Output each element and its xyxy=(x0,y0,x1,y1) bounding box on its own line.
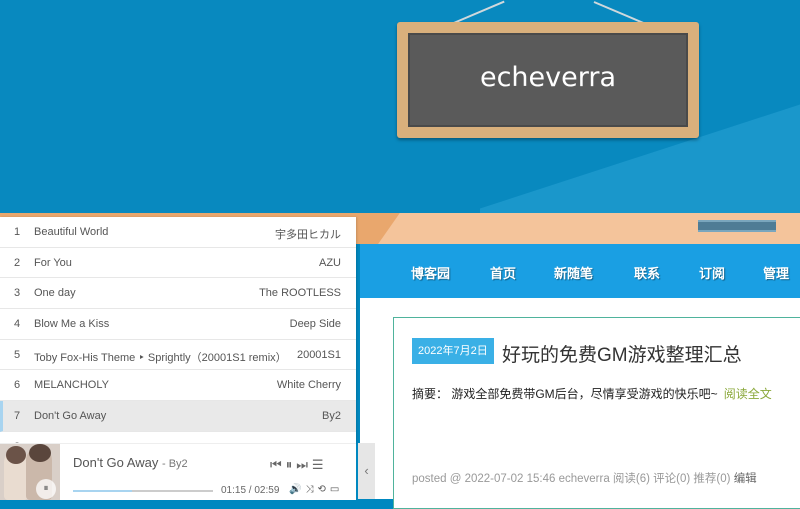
top-nav: 博客园 首页 新随笔 联系 订阅 管理 xyxy=(360,244,800,298)
nav-new-post[interactable]: 新随笔 xyxy=(554,263,593,282)
track-number: 1 xyxy=(14,226,21,238)
cover-figure-hair xyxy=(6,446,26,464)
pause-icon[interactable]: ⏸ xyxy=(286,457,297,472)
playlist-item[interactable]: 8 千古 许嵩 xyxy=(0,432,356,443)
now-playing: Don't Go Away - By2 xyxy=(73,455,188,470)
playlist-item[interactable]: 2 For You AZU xyxy=(0,248,356,279)
title-board: echeverra xyxy=(397,22,699,138)
edit-link[interactable]: 编辑 xyxy=(734,473,757,485)
track-artist: AZU xyxy=(319,256,341,269)
now-playing-title: Don't Go Away xyxy=(73,455,159,470)
nav-subscribe[interactable]: 订阅 xyxy=(699,263,725,282)
playlist-item-active[interactable]: 7 Don't Go Away By2 xyxy=(0,401,356,432)
playlist-item[interactable]: 3 One day The ROOTLESS xyxy=(0,278,356,310)
now-playing-artist: - By2 xyxy=(161,458,188,470)
music-player: ⏸ Don't Go Away - By2 ⏮⏸⏭☰ 01:15 / 02:59… xyxy=(0,443,356,500)
playlist-item[interactable]: 4 Blow Me a Kiss Deep Side xyxy=(0,309,356,340)
track-name: Beautiful World xyxy=(34,226,109,238)
next-icon[interactable]: ⏭ xyxy=(296,457,312,472)
menu-icon[interactable]: ☰ xyxy=(312,457,328,472)
track-artist: 宇多田ヒカル xyxy=(275,229,341,241)
shelf-stripe xyxy=(698,220,776,232)
playback-time: 01:15 / 02:59 xyxy=(221,485,280,496)
track-artist: Deep Side xyxy=(289,318,341,331)
track-number: 3 xyxy=(14,287,21,300)
repeat-icon[interactable]: ⟲ xyxy=(317,484,329,495)
nav-contact[interactable]: 联系 xyxy=(634,263,660,282)
chevron-left-icon: ‹ xyxy=(364,463,369,478)
track-name: Don't Go Away xyxy=(34,410,107,423)
track-artist: The ROOTLESS xyxy=(259,287,341,300)
shuffle-icon[interactable]: ⤨ xyxy=(305,484,317,495)
progress-fill xyxy=(73,490,132,492)
track-number: 6 xyxy=(14,379,21,392)
post-summary: 摘要： 游戏全部免费带GM后台，尽情享受游戏的快乐吧~ 阅读全文 xyxy=(412,385,772,402)
playlist-item[interactable]: 5 Toby Fox-His Theme ‣ Sprightly（20001S1… xyxy=(0,340,356,371)
post-meta: posted @ 2022-07-02 15:46 echeverra 阅读(6… xyxy=(412,470,757,486)
track-name: One day xyxy=(34,287,76,300)
prev-icon[interactable]: ⏮ xyxy=(270,457,286,472)
album-cover[interactable]: ⏸ xyxy=(0,444,60,500)
track-number: 5 xyxy=(14,348,21,361)
playlist-item[interactable]: 1 Beautiful World 宇多田ヒカル xyxy=(0,217,356,248)
post-meta-text: posted @ 2022-07-02 15:46 echeverra 阅读(6… xyxy=(412,473,731,485)
track-number: 7 xyxy=(14,410,21,423)
nav-cnblogs[interactable]: 博客园 xyxy=(411,263,450,282)
progress-bar[interactable] xyxy=(73,490,213,492)
playlist: 1 Beautiful World 宇多田ヒカル 2 For You AZU 3… xyxy=(0,217,356,443)
track-number: 2 xyxy=(14,256,21,269)
blog-title[interactable]: echeverra xyxy=(397,62,699,93)
track-name: Toby Fox-His Theme ‣ Sprightly（20001S1 r… xyxy=(34,351,287,364)
post-date: 2022年7月2日 xyxy=(412,338,494,364)
track-artist: By2 xyxy=(322,410,341,423)
cover-pause-icon[interactable]: ⏸ xyxy=(36,479,56,499)
post-summary-text: 摘要： 游戏全部免费带GM后台，尽情享受游戏的快乐吧~ xyxy=(412,387,718,401)
cover-figure-hair xyxy=(29,444,51,462)
track-artist: White Cherry xyxy=(276,379,341,392)
player-controls: ⏮⏸⏭☰ xyxy=(270,457,328,473)
post-title[interactable]: 好玩的免费GM游戏整理汇总 xyxy=(502,340,742,367)
post-card: 2022年7月2日 好玩的免费GM游戏整理汇总 摘要： 游戏全部免费带GM后台，… xyxy=(393,317,800,509)
nav-manage[interactable]: 管理 xyxy=(763,263,789,282)
track-name: For You xyxy=(34,256,72,269)
playlist-item[interactable]: 6 MELANCHOLY White Cherry xyxy=(0,370,356,402)
track-name: Blow Me a Kiss xyxy=(34,318,110,331)
lyrics-icon[interactable]: ▭ xyxy=(330,484,343,495)
track-artist: 20001S1 xyxy=(296,348,341,361)
nav-home[interactable]: 首页 xyxy=(490,263,516,282)
track-name: MELANCHOLY xyxy=(34,379,109,392)
volume-icon[interactable]: 🔊 xyxy=(289,484,305,495)
header-banner: echeverra xyxy=(0,0,800,215)
collapse-player-button[interactable]: ‹ xyxy=(358,443,375,499)
player-options: 🔊⤨⟲▭ xyxy=(289,484,343,495)
track-number: 4 xyxy=(14,318,21,331)
read-more-link[interactable]: 阅读全文 xyxy=(724,387,772,401)
